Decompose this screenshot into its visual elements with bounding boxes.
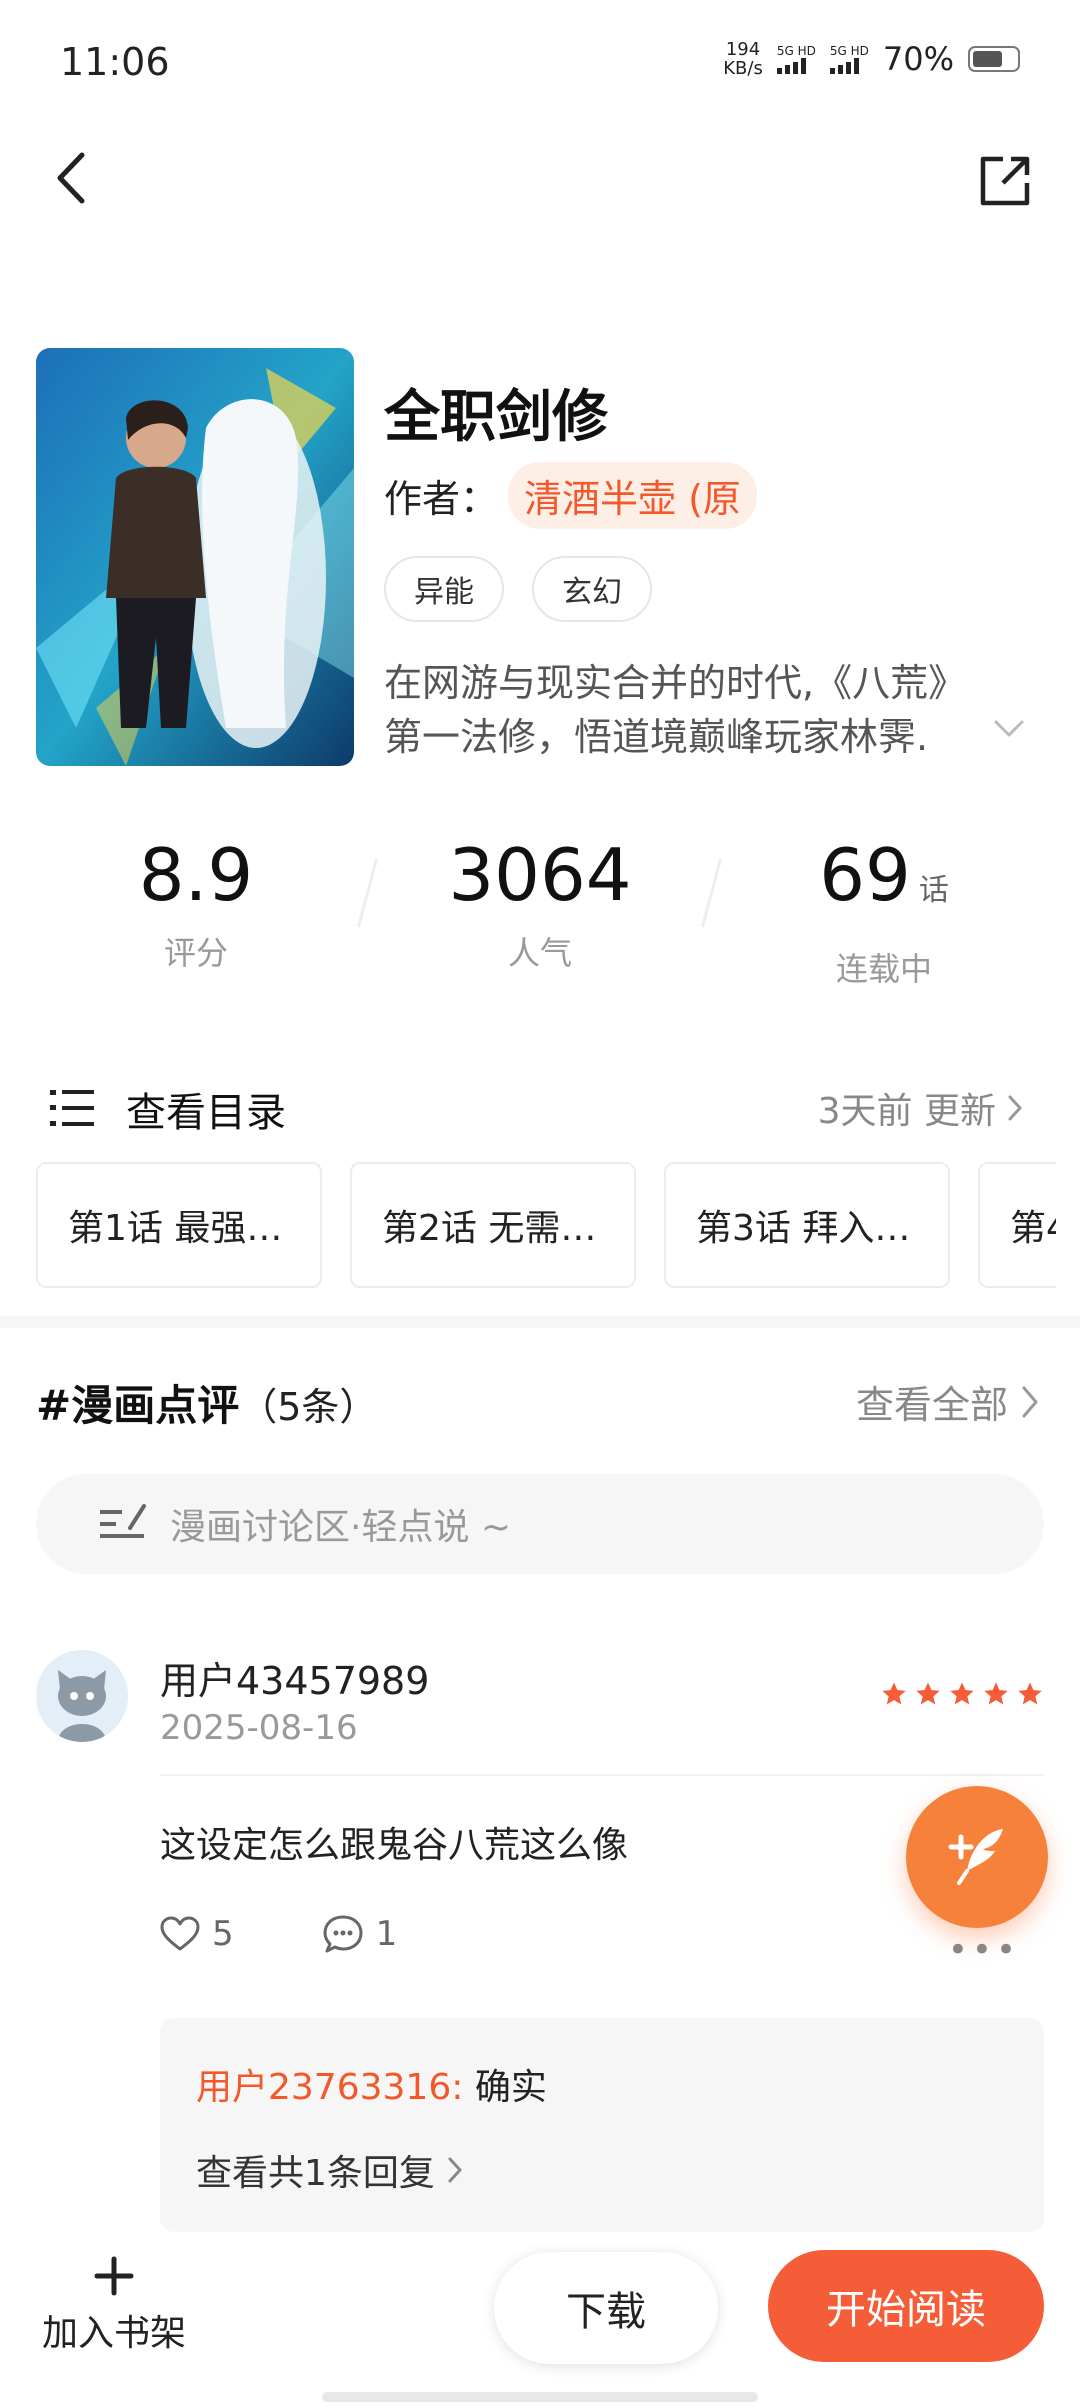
list-icon [50, 1090, 94, 1126]
comment-divider [160, 1774, 1044, 1776]
comment-actions: 5 1 [160, 1914, 485, 1954]
author-link[interactable]: 清酒半壶 (原 [508, 462, 757, 529]
like-button[interactable]: 5 [160, 1914, 234, 1954]
reply-button[interactable]: 1 [322, 1914, 398, 1954]
author-row: 作者： 清酒半壶 (原 [384, 462, 757, 529]
chapter-item[interactable]: 第1话 最强… [36, 1162, 322, 1288]
reply-count: 1 [375, 1914, 398, 1954]
popularity-value: 3064 [448, 833, 632, 917]
comment-date: 2025-08-16 [160, 1708, 358, 1748]
bottom-action-bar: 加入书架 下载 开始阅读 [0, 2236, 1080, 2408]
section-divider [0, 1316, 1080, 1328]
share-external-icon [980, 156, 1030, 206]
cat-avatar-icon [36, 1650, 128, 1742]
book-description[interactable]: 在网游与现实合并的时代,《八荒》 第一法修，悟道境巅峰玩家林霁. [384, 656, 1024, 764]
rating-value: 8.9 [138, 833, 254, 917]
chapters-value: 69 话 [819, 833, 949, 917]
chevron-right-icon [1022, 1386, 1038, 1417]
rating-label: 评分 [163, 934, 228, 972]
sim2-signal-icon: 5G HD [829, 44, 869, 74]
home-indicator[interactable] [322, 2392, 758, 2402]
rating-stars [880, 1680, 1044, 1708]
comment-text[interactable]: 这设定怎么跟鬼谷八荒这么像 [160, 1816, 628, 1868]
start-reading-button[interactable]: 开始阅读 [768, 2250, 1044, 2362]
comment-username[interactable]: 用户43457989 [160, 1650, 429, 1705]
chapter-item[interactable]: 第2话 无需… [350, 1162, 636, 1288]
chapter-list: 第1话 最强… 第2话 无需… 第3话 拜入… 第4 [36, 1162, 1056, 1288]
back-button[interactable] [40, 146, 104, 210]
battery-percent: 70% [882, 40, 954, 78]
book-cover[interactable] [36, 348, 354, 766]
sim1-signal-icon: 5G HD [776, 44, 816, 74]
discussion-placeholder: 漫画讨论区·轻点说 ~ [170, 1507, 512, 1548]
reviews-count: （5条） [239, 1385, 378, 1429]
view-all-reviews-link[interactable]: 查看全部 [856, 1374, 1040, 1429]
star-icon [984, 1682, 1008, 1705]
reviews-title: #漫画点评（5条） [36, 1381, 378, 1430]
popularity-stat: 3064 人气 [390, 830, 690, 974]
chapters-unit: 话 [918, 873, 949, 908]
popularity-label: 人气 [507, 934, 572, 972]
reply-username[interactable]: 用户23763316: [196, 2067, 463, 2108]
chevron-right-icon [1008, 1095, 1022, 1121]
add-to-shelf-label: 加入书架 [41, 2313, 186, 2354]
star-icon [882, 1682, 906, 1705]
feather-pen-icon [948, 1829, 1003, 1885]
avatar[interactable] [36, 1650, 128, 1742]
chapters-label: 连载中 [835, 950, 932, 988]
share-button[interactable] [970, 146, 1040, 216]
status-time: 11:06 [60, 40, 170, 84]
plus-icon [94, 2256, 134, 2296]
like-count: 5 [212, 1914, 234, 1954]
more-options-button[interactable]: ••• [948, 1930, 1020, 1970]
author-label: 作者： [384, 477, 499, 521]
tag-list: 异能 玄幻 [384, 556, 652, 622]
book-cover-art [36, 348, 354, 766]
battery-icon [968, 46, 1020, 72]
catalog-row[interactable]: 查看目录 3天前 更新 [0, 1080, 1080, 1140]
view-replies-link[interactable]: 查看共1条回复 [196, 2144, 463, 2196]
heart-icon [160, 1916, 200, 1951]
rating-stat: 8.9 评分 [46, 830, 346, 974]
network-speed: 194 KB/s [723, 39, 763, 79]
write-review-button[interactable] [906, 1786, 1048, 1928]
status-bar: 11:06 194 KB/s 5G HD 5G HD 70% [0, 0, 1080, 120]
star-icon [950, 1682, 974, 1705]
expand-description-button[interactable] [992, 718, 1026, 744]
download-button[interactable]: 下载 [494, 2252, 718, 2364]
tag-chip[interactable]: 玄幻 [532, 556, 652, 622]
chapter-item[interactable]: 第4 [978, 1162, 1056, 1288]
discussion-input[interactable]: 漫画讨论区·轻点说 ~ [36, 1474, 1044, 1574]
star-icon [916, 1682, 940, 1705]
chevron-down-icon [994, 720, 1024, 737]
star-icon [1018, 1682, 1042, 1705]
status-indicators: 194 KB/s 5G HD 5G HD 70% [723, 40, 1020, 78]
chapters-stat: 69 话 连载中 [734, 830, 1034, 990]
add-to-shelf-button[interactable]: 加入书架 [36, 2256, 192, 2356]
chapter-item[interactable]: 第3话 拜入… [664, 1162, 950, 1288]
comment-bubble-icon [323, 1915, 363, 1953]
reply-line: 用户23763316: 确实 [196, 2058, 547, 2110]
reply-text: 确实 [463, 2067, 547, 2108]
edit-lines-icon [100, 1504, 146, 1538]
stats-row: 8.9 评分 3064 人气 69 话 连载中 [0, 830, 1080, 990]
catalog-title: 查看目录 [126, 1090, 286, 1136]
tag-chip[interactable]: 异能 [384, 556, 504, 622]
battery-fill [973, 51, 1003, 67]
chevron-left-icon [57, 152, 85, 204]
catalog-update: 3天前 更新 [818, 1082, 1024, 1134]
chevron-right-icon [448, 2157, 462, 2183]
reply-preview[interactable]: 用户23763316: 确实 查看共1条回复 [160, 2018, 1044, 2232]
book-title: 全职剑修 [384, 385, 608, 450]
